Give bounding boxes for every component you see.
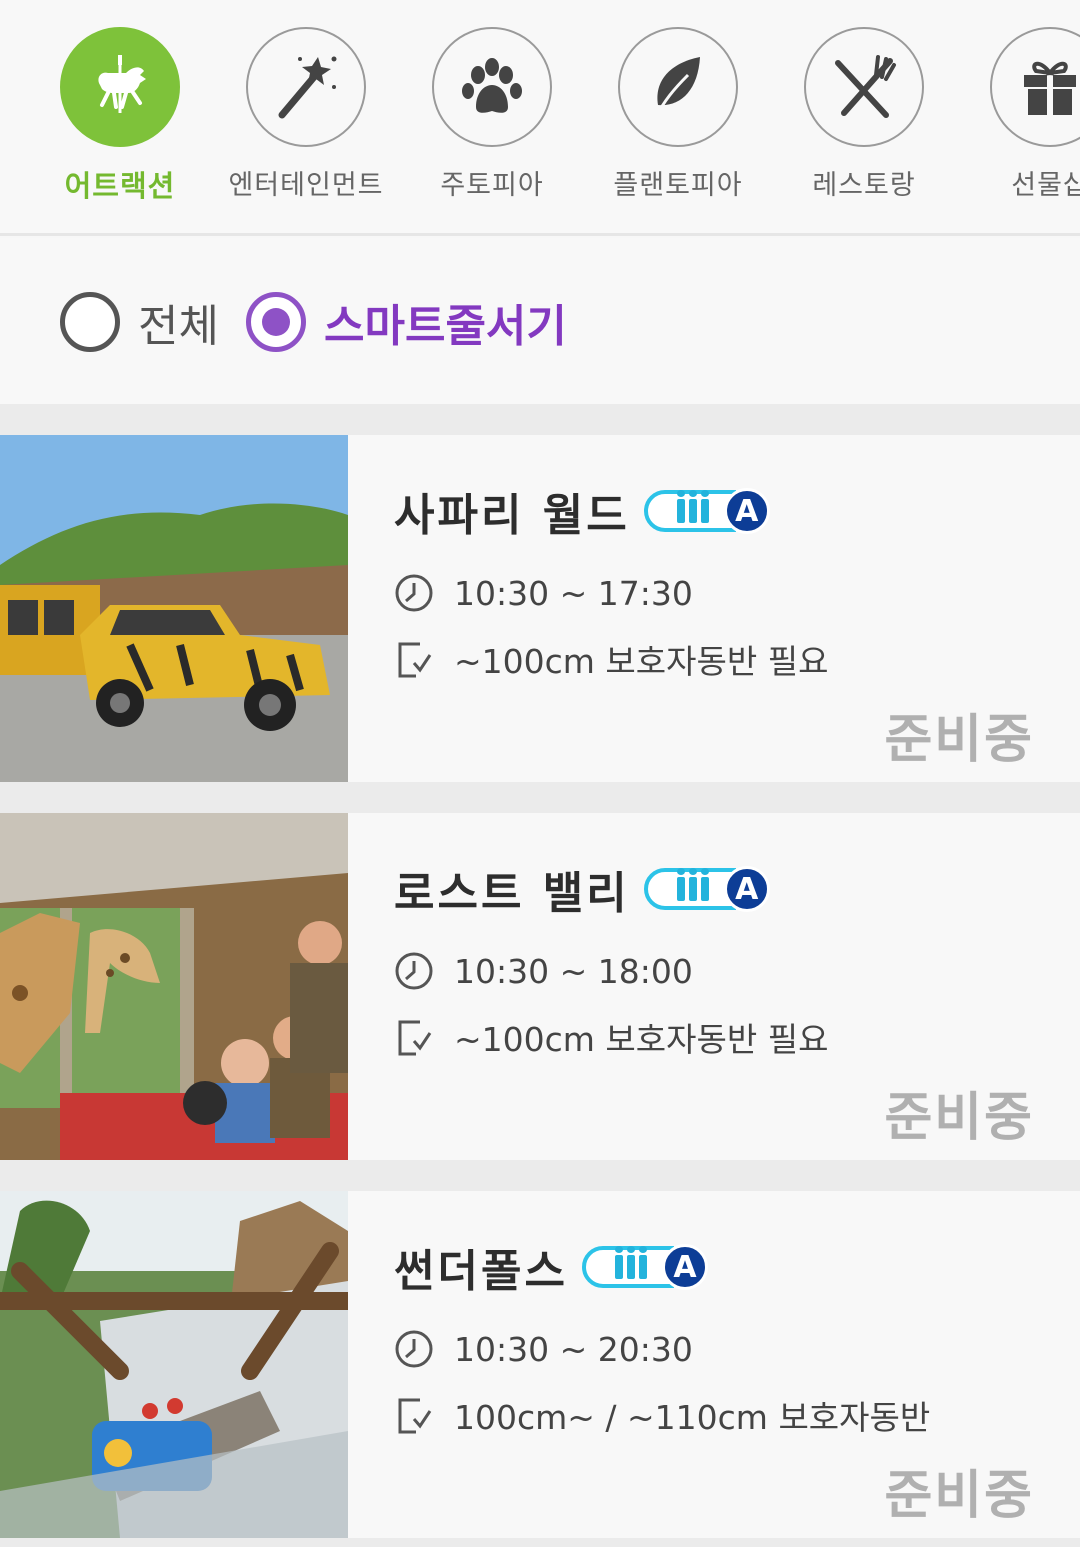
height-requirement: ~100cm 보호자동반 필요 [394, 1013, 828, 1061]
radio-selected-icon [246, 292, 306, 352]
attraction-name: 썬더폴스 [394, 1246, 568, 1297]
smart-queue-badge-icon: A [581, 1244, 708, 1290]
card-divider [0, 1538, 1080, 1547]
radio-circle-icon [60, 292, 120, 352]
carousel-horse-icon [60, 27, 180, 147]
checklist-icon [398, 1020, 432, 1056]
category-label: 선물샵 [1011, 170, 1080, 201]
status-label: 준비중 [884, 1466, 1034, 1526]
attraction-name: 로스트 밸리 [394, 868, 630, 919]
badge-letter: A [723, 488, 770, 534]
card-divider [0, 782, 1080, 813]
category-gift-shop[interactable]: 선물샵 [957, 27, 1080, 202]
smart-queue-badge-icon: A [643, 866, 770, 912]
fork-knife-icon [804, 27, 924, 147]
category-nav: 어트랙션 엔터테인먼트 주토피아 플랜토피아 레스토랑 선물 [0, 0, 1080, 236]
attraction-title: 썬더폴스 A [394, 1235, 708, 1299]
category-zootopia[interactable]: 주토피아 [399, 27, 585, 202]
category-attraction[interactable]: 어트랙션 [27, 27, 213, 205]
height-requirement: 100cm~ / ~110cm 보호자동반 [394, 1391, 930, 1439]
smart-queue-badge-icon: A [643, 488, 770, 534]
checklist-icon [398, 1398, 432, 1434]
operating-hours: 10:30 ~ 20:30 [394, 1329, 693, 1369]
category-label: 레스토랑 [812, 170, 916, 201]
gift-icon [990, 27, 1080, 147]
giraffe-bus-photo [0, 813, 348, 1160]
filter-smart-label: 스마트줄서기 [324, 301, 567, 352]
height-requirement: ~100cm 보호자동반 필요 [394, 635, 828, 683]
category-label: 엔터테인먼트 [228, 170, 384, 201]
operating-hours: 10:30 ~ 18:00 [394, 951, 693, 991]
paw-icon [432, 27, 552, 147]
requirement-text: ~100cm 보호자동반 필요 [454, 642, 829, 681]
attraction-name: 사파리 월드 [394, 490, 630, 541]
operating-hours: 10:30 ~ 17:30 [394, 573, 693, 613]
water-ride-photo [0, 1191, 348, 1538]
category-entertainment[interactable]: 엔터테인먼트 [213, 27, 399, 202]
section-divider [0, 404, 1080, 435]
category-plantopia[interactable]: 플랜토피아 [585, 27, 771, 202]
requirement-text: ~100cm 보호자동반 필요 [454, 1020, 829, 1059]
category-restaurant[interactable]: 레스토랑 [771, 27, 957, 202]
requirement-text: 100cm~ / ~110cm 보호자동반 [454, 1398, 931, 1437]
attraction-card[interactable]: 사파리 월드 A 10:30 ~ 17:30 ~100cm 보호자동반 필요 준… [0, 435, 1080, 782]
magic-wand-icon [246, 27, 366, 147]
badge-letter: A [723, 866, 770, 912]
clock-icon [395, 952, 433, 990]
category-label: 플랜토피아 [613, 170, 743, 201]
filter-smart-queue-radio[interactable]: 스마트줄서기 [246, 290, 567, 354]
filter-all-radio[interactable]: 전체 [60, 290, 219, 354]
clock-icon [395, 1330, 433, 1368]
badge-letter: A [661, 1244, 708, 1290]
attraction-card[interactable]: 로스트 밸리 A 10:30 ~ 18:00 ~100cm 보호자동반 필요 준… [0, 813, 1080, 1160]
hours-text: 10:30 ~ 20:30 [454, 1329, 693, 1369]
hours-text: 10:30 ~ 18:00 [454, 951, 693, 991]
attraction-title: 사파리 월드 A [394, 479, 770, 543]
category-label: 주토피아 [440, 170, 544, 201]
safari-truck-photo [0, 435, 348, 782]
card-divider [0, 1160, 1080, 1191]
attraction-card[interactable]: 썬더폴스 A 10:30 ~ 20:30 100cm~ / ~110cm 보호자… [0, 1191, 1080, 1538]
hours-text: 10:30 ~ 17:30 [454, 573, 693, 613]
clock-icon [395, 574, 433, 612]
status-label: 준비중 [884, 1088, 1034, 1148]
leaf-icon [618, 27, 738, 147]
queue-filter: 전체 스마트줄서기 [0, 238, 1080, 404]
checklist-icon [398, 642, 432, 678]
status-label: 준비중 [884, 710, 1034, 770]
filter-all-label: 전체 [138, 301, 219, 352]
category-label: 어트랙션 [64, 169, 176, 203]
attraction-title: 로스트 밸리 A [394, 857, 770, 921]
